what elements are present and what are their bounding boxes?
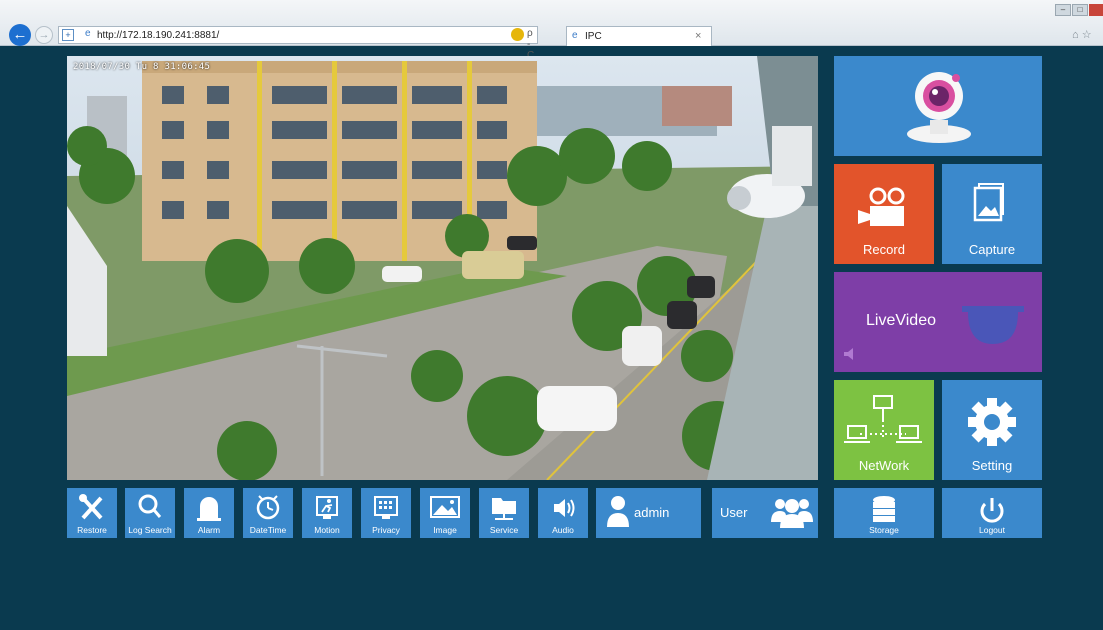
- browser-chrome: ← → + e http://172.18.190.241:8881/ ρ - …: [0, 0, 1103, 61]
- maximize-button[interactable]: □: [1072, 4, 1088, 16]
- folder-network-icon: [492, 498, 516, 520]
- capture-label: Capture: [968, 242, 1016, 257]
- storage-label: Storage: [869, 525, 899, 535]
- audio-button[interactable]: Audio: [538, 488, 588, 538]
- logout-tile[interactable]: Logout: [942, 488, 1042, 538]
- record-tile[interactable]: Record: [834, 164, 934, 264]
- compat-view-icon[interactable]: +: [62, 29, 74, 41]
- admin-user-button[interactable]: admin: [596, 488, 701, 538]
- privacy-mask-icon: [374, 496, 398, 519]
- network-tile[interactable]: NetWork: [834, 380, 934, 480]
- speaker-icon: [554, 499, 575, 517]
- video-scene: [67, 56, 818, 480]
- database-icon: [873, 496, 895, 522]
- service-label: Service: [489, 525, 519, 535]
- webcam-icon: [907, 72, 971, 143]
- user-group-icon: [771, 499, 813, 528]
- address-bar[interactable]: + e http://172.18.190.241:8881/ ρ - C: [58, 26, 538, 61]
- wrench-icon: [79, 494, 103, 520]
- user-label: User: [720, 505, 748, 520]
- setting-tile[interactable]: Setting: [942, 380, 1042, 480]
- video-camera-icon: [858, 187, 905, 226]
- video-timestamp: 2018/07/30 Tu 8 31:06:45: [73, 62, 211, 72]
- address-url[interactable]: http://172.18.190.241:8881/: [97, 30, 219, 41]
- service-button[interactable]: Service: [479, 488, 529, 538]
- forward-button[interactable]: →: [35, 26, 53, 44]
- network-icon: [844, 395, 922, 443]
- alarm-button[interactable]: Alarm: [184, 488, 234, 538]
- motion-button[interactable]: Motion: [302, 488, 352, 538]
- minimize-button[interactable]: –: [1055, 4, 1071, 16]
- alarm-light-icon: [197, 497, 221, 521]
- user-management-button[interactable]: User: [712, 488, 818, 538]
- back-button[interactable]: ←: [9, 24, 31, 46]
- capture-tile[interactable]: Capture: [942, 164, 1042, 264]
- home-icon[interactable]: ⌂ ☆: [1072, 28, 1092, 41]
- restore-label: Restore: [77, 525, 107, 535]
- datetime-label: DateTime: [249, 525, 287, 535]
- motion-label: Motion: [314, 525, 340, 535]
- clock-icon: [256, 495, 280, 520]
- livevideo-tile[interactable]: LiveVideo: [834, 272, 1042, 372]
- picture-icon: [973, 183, 1004, 222]
- network-label: NetWork: [858, 458, 910, 473]
- privacy-button[interactable]: Privacy: [361, 488, 411, 538]
- storage-tile[interactable]: Storage: [834, 488, 934, 538]
- alarm-label: Alarm: [197, 525, 221, 535]
- privacy-label: Privacy: [372, 525, 400, 535]
- close-window-button[interactable]: [1089, 4, 1103, 16]
- datetime-button[interactable]: DateTime: [243, 488, 293, 538]
- search-icon: [138, 494, 162, 518]
- tab-ipc[interactable]: e IPC ×: [566, 26, 712, 46]
- livevideo-label: LiveVideo: [866, 312, 936, 329]
- image-label: Image: [433, 525, 457, 535]
- live-video-view[interactable]: 2018/07/30 Tu 8 31:06:45: [67, 56, 818, 480]
- motion-icon: [316, 496, 338, 519]
- record-label: Record: [863, 242, 905, 257]
- audio-label: Audio: [552, 525, 574, 535]
- user-icon: [607, 496, 629, 527]
- setting-label: Setting: [971, 458, 1013, 473]
- camera-tile[interactable]: [834, 56, 1042, 156]
- log-search-label: Log Search: [128, 525, 172, 535]
- log-search-button[interactable]: Log Search: [125, 488, 175, 538]
- ie-icon: e: [572, 30, 578, 41]
- tab-title: IPC: [585, 31, 602, 42]
- ie-icon: e: [85, 28, 91, 39]
- logout-label: Logout: [979, 525, 1005, 535]
- image-icon: [430, 496, 460, 518]
- app-frame: ← → + e http://172.18.190.241:8881/ ρ - …: [0, 0, 1103, 630]
- admin-label: admin: [634, 505, 670, 520]
- tab-close-button[interactable]: ×: [695, 30, 701, 42]
- power-icon: [980, 498, 1004, 523]
- image-button[interactable]: Image: [420, 488, 470, 538]
- compatibility-icon[interactable]: [511, 28, 524, 41]
- gear-icon: [968, 398, 1016, 446]
- restore-button[interactable]: Restore: [67, 488, 117, 538]
